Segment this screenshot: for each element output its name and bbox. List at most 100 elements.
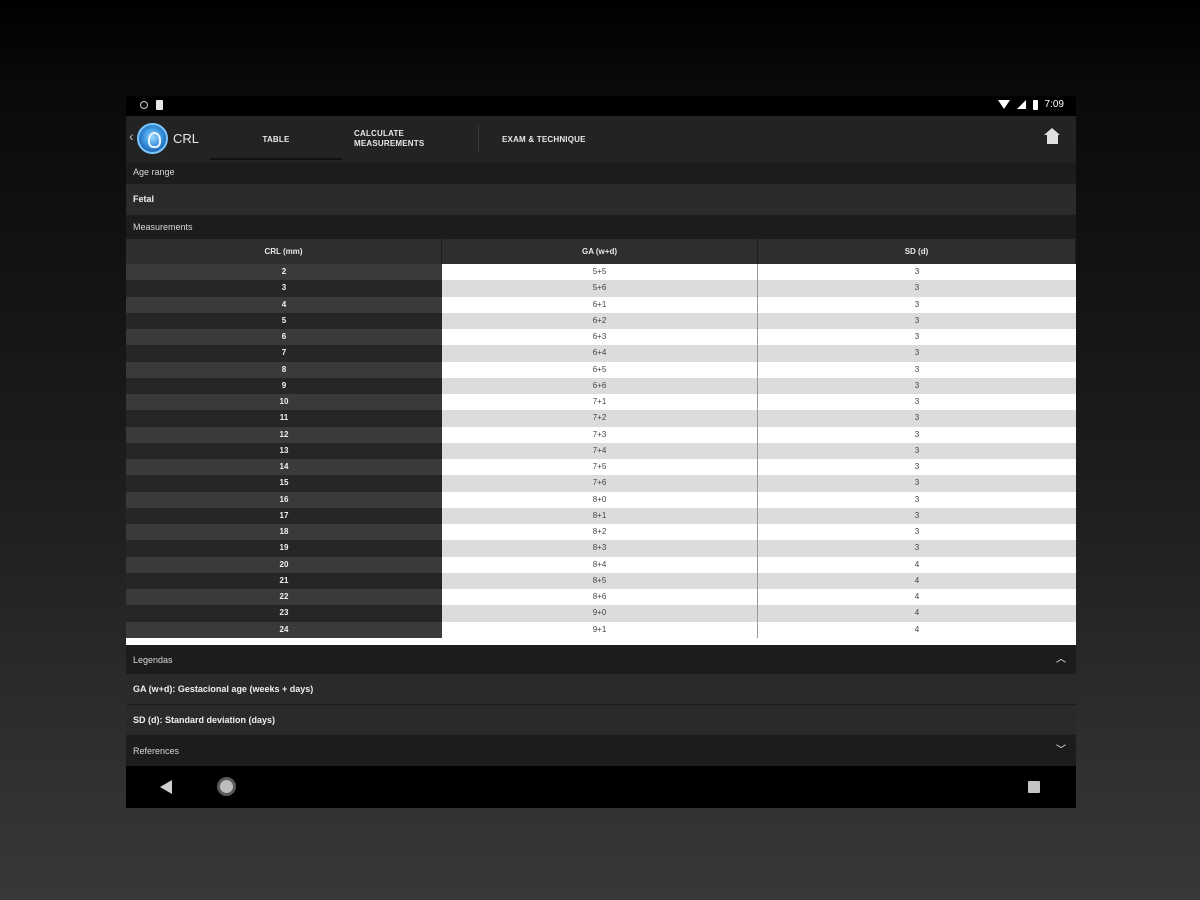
cell-crl: 9 [126, 377, 442, 394]
age-range-value[interactable]: Fetal [126, 184, 1076, 215]
cell-ga: 7+5 [442, 459, 758, 476]
column-header-ga: GA (w+d) [442, 239, 758, 264]
column-header-sd: SD (d) [758, 239, 1076, 264]
cell-ga: 5+6 [442, 280, 758, 297]
table-row: 2 5+5 3 [126, 264, 1076, 281]
cell-ga: 7+1 [442, 394, 758, 411]
table-row: 4 6+1 3 [126, 296, 1076, 313]
status-system: 7:09 [997, 99, 1064, 110]
cell-ga: 6+3 [442, 329, 758, 346]
age-range-label: Age range [126, 162, 1076, 182]
cell-sd: 3 [758, 507, 1076, 524]
cell-ga: 6+2 [442, 312, 758, 329]
cell-ga: 6+5 [442, 361, 758, 378]
table-row: 20 8+4 4 [126, 556, 1076, 573]
home-icon[interactable] [1044, 128, 1060, 145]
cell-ga: 8+4 [442, 556, 758, 573]
table-row: 23 9+0 4 [126, 605, 1076, 622]
table-row: 10 7+1 3 [126, 394, 1076, 411]
cell-sd: 3 [758, 264, 1076, 281]
tab-calculate-measurements[interactable]: CALCULATE MEASUREMENTS [354, 116, 464, 162]
cell-ga: 8+3 [442, 540, 758, 557]
cell-sd: 4 [758, 572, 1076, 589]
cell-sd: 3 [758, 296, 1076, 313]
cell-sd: 3 [758, 377, 1076, 394]
cell-ga: 6+4 [442, 345, 758, 362]
app-logo-icon[interactable] [137, 123, 168, 154]
cell-crl: 6 [126, 329, 442, 346]
cell-ga: 6+1 [442, 296, 758, 313]
tab-divider [478, 126, 479, 152]
status-bar: 7:09 [126, 96, 1076, 116]
legend-item-ga: GA (w+d): Gestacional age (weeks + days) [126, 674, 1076, 704]
signal-icon [1016, 100, 1026, 109]
cell-sd: 4 [758, 605, 1076, 622]
cell-ga: 8+2 [442, 524, 758, 541]
cell-crl: 21 [126, 572, 442, 589]
cell-sd: 3 [758, 345, 1076, 362]
cell-crl: 8 [126, 361, 442, 378]
cell-ga: 9+0 [442, 605, 758, 622]
nav-home-icon[interactable] [217, 777, 236, 796]
cell-crl: 3 [126, 280, 442, 297]
legends-header[interactable]: Legendas ︿ [126, 647, 1076, 673]
clipboard-icon [156, 100, 163, 110]
cell-ga: 8+0 [442, 491, 758, 508]
table-row: 18 8+2 3 [126, 524, 1076, 541]
cell-ga: 7+6 [442, 475, 758, 492]
measurements-table[interactable]: CRL (mm) GA (w+d) SD (d) 2 5+5 3 3 5+6 3 4 6+1 3… [126, 239, 1076, 645]
cell-crl: 22 [126, 589, 442, 606]
cell-ga: 8+1 [442, 507, 758, 524]
column-header-crl: CRL (mm) [126, 239, 442, 264]
chevron-down-icon[interactable]: ﹀ [1056, 738, 1066, 764]
table-row: 3 5+6 3 [126, 280, 1076, 297]
cell-sd: 3 [758, 312, 1076, 329]
navigation-bar [126, 766, 1076, 808]
cell-ga: 9+1 [442, 621, 758, 638]
table-row: 15 7+6 3 [126, 475, 1076, 492]
table-row: 12 7+3 3 [126, 426, 1076, 443]
table-row: 21 8+5 4 [126, 572, 1076, 589]
table-row: 17 8+1 3 [126, 507, 1076, 524]
table-row: 6 6+3 3 [126, 329, 1076, 346]
cell-crl: 16 [126, 491, 442, 508]
cell-sd: 3 [758, 329, 1076, 346]
tab-active-indicator [210, 158, 342, 160]
cell-crl: 5 [126, 312, 442, 329]
cell-crl: 10 [126, 394, 442, 411]
cell-ga: 8+6 [442, 589, 758, 606]
cell-ga: 8+5 [442, 572, 758, 589]
table-row: 22 8+6 4 [126, 589, 1076, 606]
table-row: 24 9+1 4 [126, 621, 1076, 638]
nav-recents-icon[interactable] [1028, 781, 1040, 793]
table-row: 7 6+4 3 [126, 345, 1076, 362]
cell-sd: 3 [758, 459, 1076, 476]
table-row: 16 8+0 3 [126, 491, 1076, 508]
cell-crl: 24 [126, 621, 442, 638]
cell-crl: 4 [126, 296, 442, 313]
tab-table[interactable]: TABLE [210, 116, 342, 162]
chevron-up-icon[interactable]: ︿ [1056, 647, 1066, 673]
table-body: 2 5+5 3 3 5+6 3 4 6+1 3 5 6+2 3 6 6+3 3 7 6+4 3 8 6+5 3 9 6+6 3… [126, 264, 1076, 638]
cell-sd: 3 [758, 361, 1076, 378]
cell-crl: 12 [126, 426, 442, 443]
cell-crl: 14 [126, 459, 442, 476]
table-row: 5 6+2 3 [126, 312, 1076, 329]
cell-crl: 23 [126, 605, 442, 622]
device-screen: 7:09 ‹ CRL TABLE CALCULATE MEASUREMENTS … [126, 96, 1076, 808]
cell-crl: 7 [126, 345, 442, 362]
app-bar: ‹ CRL TABLE CALCULATE MEASUREMENTS EXAM … [126, 116, 1076, 162]
table-row: 13 7+4 3 [126, 442, 1076, 459]
nav-back-icon[interactable] [160, 780, 172, 794]
cell-sd: 3 [758, 426, 1076, 443]
cell-sd: 3 [758, 524, 1076, 541]
cell-sd: 4 [758, 556, 1076, 573]
cell-crl: 2 [126, 264, 442, 281]
cell-sd: 4 [758, 589, 1076, 606]
table-row: 14 7+5 3 [126, 459, 1076, 476]
tab-exam-technique[interactable]: EXAM & TECHNIQUE [502, 116, 642, 162]
references-header[interactable]: References ﹀ [126, 738, 1076, 764]
cell-sd: 3 [758, 475, 1076, 492]
back-chevron-icon[interactable]: ‹ [129, 128, 134, 144]
cell-crl: 20 [126, 556, 442, 573]
